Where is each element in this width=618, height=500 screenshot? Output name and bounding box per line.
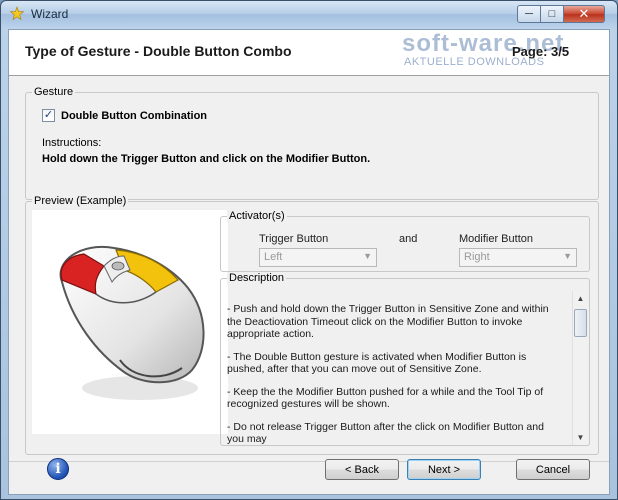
double-button-checkbox-label[interactable]: Double Button Combination xyxy=(61,110,207,122)
modifier-button-label: Modifier Button xyxy=(459,233,533,245)
wizard-window: Wizard ─ □ ✕ Type of Gesture - Double Bu… xyxy=(0,0,618,500)
info-icon[interactable]: i xyxy=(47,458,69,480)
wand-icon xyxy=(9,6,25,21)
title-bar[interactable]: Wizard ─ □ ✕ xyxy=(1,1,617,27)
page-title: Type of Gesture - Double Button Combo xyxy=(25,43,292,59)
description-group: Description - Push and hold down the Tri… xyxy=(220,272,590,446)
trigger-button-label: Trigger Button xyxy=(259,233,329,245)
scroll-down-arrow-icon[interactable]: ▼ xyxy=(573,430,588,445)
maximize-button[interactable]: □ xyxy=(540,5,564,23)
gesture-group-title: Gesture xyxy=(32,86,76,98)
chevron-down-icon: ▼ xyxy=(363,251,372,261)
close-icon: ✕ xyxy=(578,6,590,21)
instructions-label: Instructions: xyxy=(42,137,102,149)
description-paragraph: - Keep the the Modifier Button pushed fo… xyxy=(227,385,544,411)
next-button[interactable]: Next > xyxy=(407,459,481,480)
description-paragraph: - Push and hold down the Trigger Button … xyxy=(227,303,549,340)
close-button[interactable]: ✕ xyxy=(563,5,605,23)
scroll-up-arrow-icon[interactable]: ▲ xyxy=(573,291,588,306)
trigger-button-value: Left xyxy=(264,251,283,263)
window-title: Wizard xyxy=(31,7,69,21)
wizard-client-area: Type of Gesture - Double Button Combo so… xyxy=(8,29,610,495)
double-button-checkbox[interactable]: ✓ xyxy=(42,109,55,122)
description-text: - Push and hold down the Trigger Button … xyxy=(227,303,563,445)
description-scrollbar[interactable]: ▲ ▼ xyxy=(572,291,587,445)
trigger-button-select[interactable]: Left ▼ xyxy=(259,248,377,267)
minimize-icon: ─ xyxy=(525,8,533,20)
description-paragraph: - Do not release Trigger Button after th… xyxy=(227,420,544,446)
cancel-button[interactable]: Cancel xyxy=(516,459,590,480)
activators-group: Activator(s) Trigger Button and Modifier… xyxy=(220,210,590,272)
gesture-group: Gesture ✓ Double Button Combination Inst… xyxy=(25,86,599,200)
description-group-title: Description xyxy=(227,272,287,284)
description-paragraph: - The Double Button gesture is activated… xyxy=(227,350,527,376)
back-button[interactable]: < Back xyxy=(325,459,399,480)
modifier-button-select[interactable]: Right ▼ xyxy=(459,248,577,267)
instructions-text: Hold down the Trigger Button and click o… xyxy=(42,153,371,165)
page-indicator: Page: 3/5 xyxy=(512,44,570,59)
activators-group-title: Activator(s) xyxy=(227,210,287,222)
scrollbar-thumb[interactable] xyxy=(574,309,587,337)
modifier-button-value: Right xyxy=(464,251,490,263)
maximize-icon: □ xyxy=(548,8,556,20)
mouse-icon xyxy=(59,245,205,400)
check-icon: ✓ xyxy=(43,109,54,121)
mouse-preview-image xyxy=(32,210,228,434)
chevron-down-icon: ▼ xyxy=(563,251,572,261)
watermark-logo: soft-ware.net AKTUELLE DOWNLOADS xyxy=(402,30,607,74)
wizard-header: Type of Gesture - Double Button Combo so… xyxy=(9,30,609,76)
double-button-checkbox-row[interactable]: ✓ Double Button Combination xyxy=(42,109,207,122)
minimize-button[interactable]: ─ xyxy=(517,5,541,23)
and-label: and xyxy=(399,233,418,245)
preview-group-title: Preview (Example) xyxy=(32,195,129,207)
